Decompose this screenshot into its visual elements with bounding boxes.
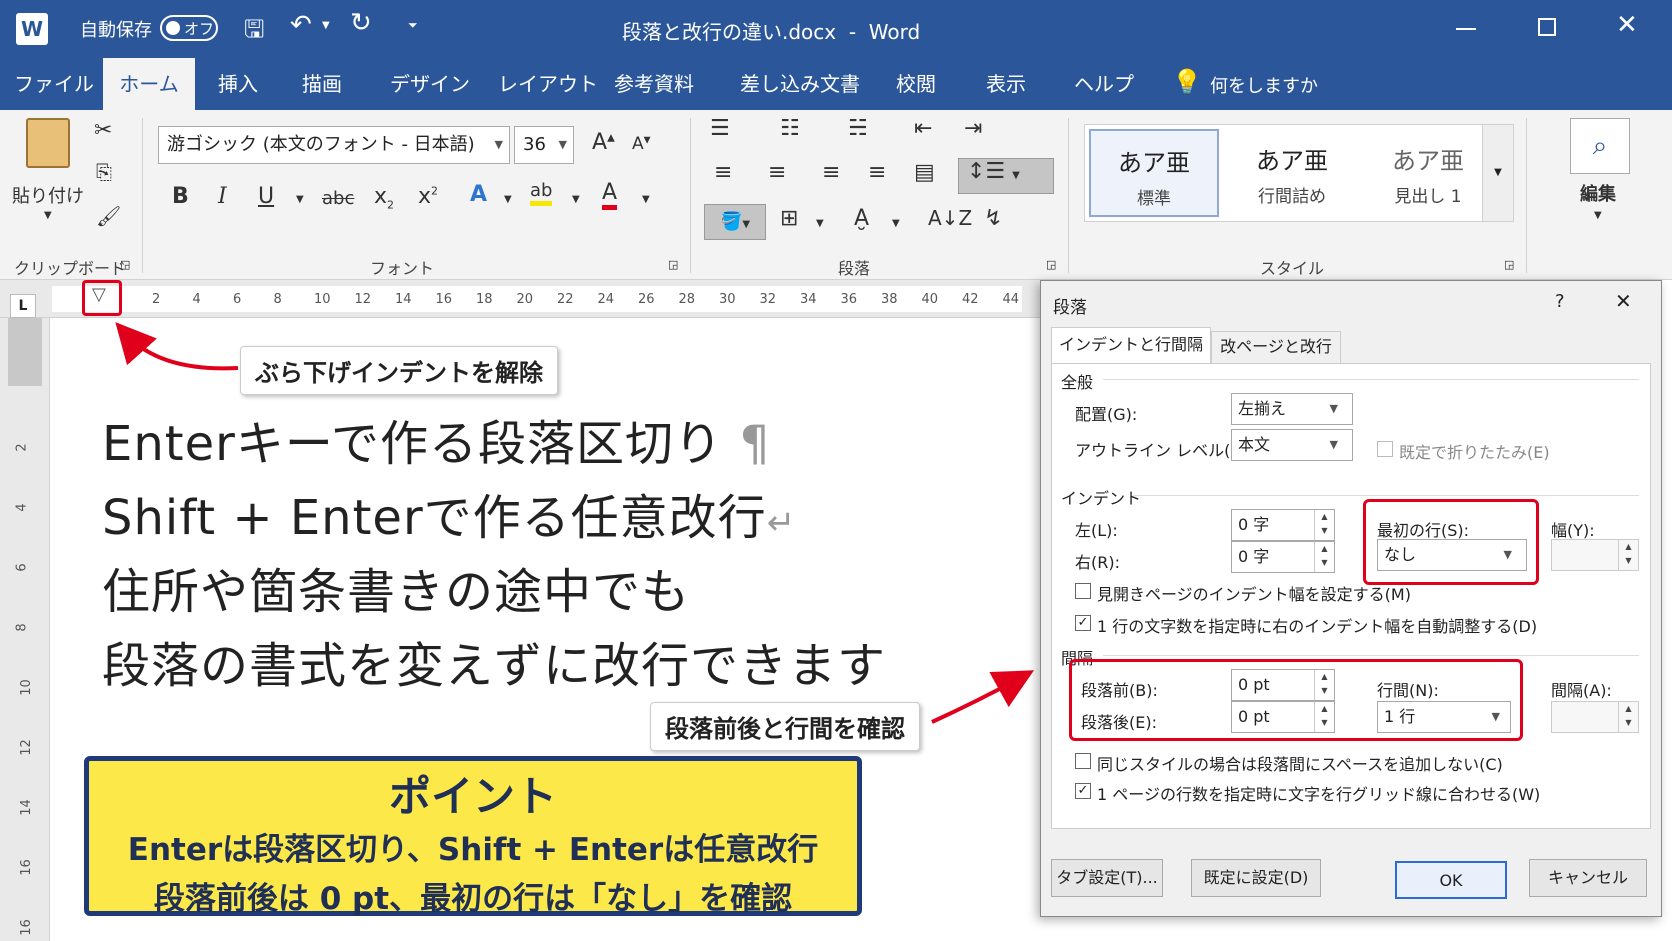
button-label: タブ設定(T)... — [1056, 868, 1158, 887]
tab-label: インデントと行間隔 — [1058, 335, 1203, 354]
tabs-button[interactable]: タブ設定(T)... — [1051, 859, 1163, 897]
mirror-indent-label: 見開きページのインデント幅を設定する(M) — [1097, 585, 1411, 604]
indent-left-field[interactable]: 0 字 ▲ ▼ — [1231, 509, 1335, 541]
width-field[interactable]: ▲ ▼ — [1551, 539, 1639, 571]
spinner-icon[interactable]: ▲ ▼ — [1314, 510, 1334, 540]
divider — [1103, 655, 1639, 656]
point-title: ポイント — [388, 772, 557, 821]
spinner-icon[interactable]: ▲ ▼ — [1314, 542, 1334, 572]
spinner-icon[interactable]: ▲ ▼ — [1618, 540, 1638, 570]
alignment-value: 左揃え — [1238, 399, 1287, 418]
indent-right-field[interactable]: 0 字 ▲ ▼ — [1231, 541, 1335, 573]
tab-indents-spacing[interactable]: インデントと行間隔 — [1051, 327, 1211, 363]
outline-level-label: アウトライン レベル(O): — [1075, 441, 1255, 460]
arrow-to-ruler — [115, 322, 239, 371]
button-label: OK — [1439, 871, 1463, 890]
interval-label: 間隔(A): — [1551, 681, 1612, 700]
outline-level-select[interactable]: 本文 ▼ — [1231, 429, 1353, 461]
auto-adjust-checkbox[interactable]: ✓ — [1075, 615, 1091, 631]
point-box: ポイント Enterは段落区切り、Shift + Enterは任意改行 段落前後… — [84, 756, 862, 917]
indent-right-label: 右(R): — [1075, 553, 1120, 572]
arrow-to-spacing — [931, 670, 1035, 724]
tab-label: 改ページと改行 — [1220, 337, 1332, 356]
section-general: 全般 — [1061, 373, 1094, 392]
set-default-button[interactable]: 既定に設定(D) — [1191, 859, 1321, 897]
alignment-label: 配置(G): — [1075, 405, 1138, 424]
mirror-indent-checkbox[interactable] — [1075, 583, 1091, 599]
chevron-down-icon: ▼ — [1329, 402, 1338, 415]
first-line-highlight — [1363, 499, 1539, 585]
interval-field[interactable]: ▲ ▼ — [1551, 701, 1639, 733]
auto-adjust-label: 1 行の文字数を指定時に右のインデント幅を自動調整する(D) — [1097, 617, 1538, 636]
snap-to-grid-checkbox[interactable]: ✓ — [1075, 783, 1091, 799]
divider — [1103, 379, 1639, 380]
spacing-highlight — [1069, 659, 1523, 741]
button-label: 既定に設定(D) — [1203, 868, 1309, 887]
button-label: キャンセル — [1547, 868, 1628, 887]
no-space-same-style-label: 同じスタイルの場合は段落間にスペースを追加しない(C) — [1097, 755, 1503, 774]
spinner-icon[interactable]: ▲ ▼ — [1618, 702, 1638, 732]
tab-line-page-breaks[interactable]: 改ページと改行 — [1211, 331, 1341, 363]
no-space-same-style-checkbox[interactable] — [1075, 753, 1091, 769]
outline-level-value: 本文 — [1238, 435, 1271, 454]
ok-button[interactable]: OK — [1395, 861, 1507, 899]
dialog-close-icon[interactable]: ✕ — [1615, 289, 1632, 313]
chevron-down-icon: ▼ — [1329, 438, 1338, 451]
indent-right-value: 0 字 — [1238, 547, 1270, 566]
help-icon[interactable]: ? — [1555, 291, 1565, 312]
collapse-checkbox[interactable] — [1377, 441, 1393, 457]
snap-to-grid-label: 1 ページの行数を指定時に文字を行グリッド線に合わせる(W) — [1097, 785, 1541, 804]
indent-left-label: 左(L): — [1075, 521, 1118, 540]
alignment-select[interactable]: 左揃え ▼ — [1231, 393, 1353, 425]
section-indent: インデント — [1061, 489, 1142, 508]
collapse-label: 既定で折りたたみ(E) — [1399, 443, 1550, 462]
dialog-title: 段落 — [1053, 298, 1087, 318]
divider — [1133, 495, 1639, 496]
point-line-1: Enterは段落区切り、Shift + Enterは任意改行 — [127, 832, 819, 868]
indent-left-value: 0 字 — [1238, 515, 1270, 534]
cancel-button[interactable]: キャンセル — [1529, 859, 1647, 897]
width-label: 幅(Y): — [1551, 521, 1595, 540]
paragraph-dialog: 段落 ? ✕ インデントと行間隔 改ページと改行 全般 配置(G): 左揃え ▼ … — [1040, 280, 1662, 917]
point-line-2: 段落前後は 0 pt、最初の行は「なし」を確認 — [153, 881, 793, 917]
